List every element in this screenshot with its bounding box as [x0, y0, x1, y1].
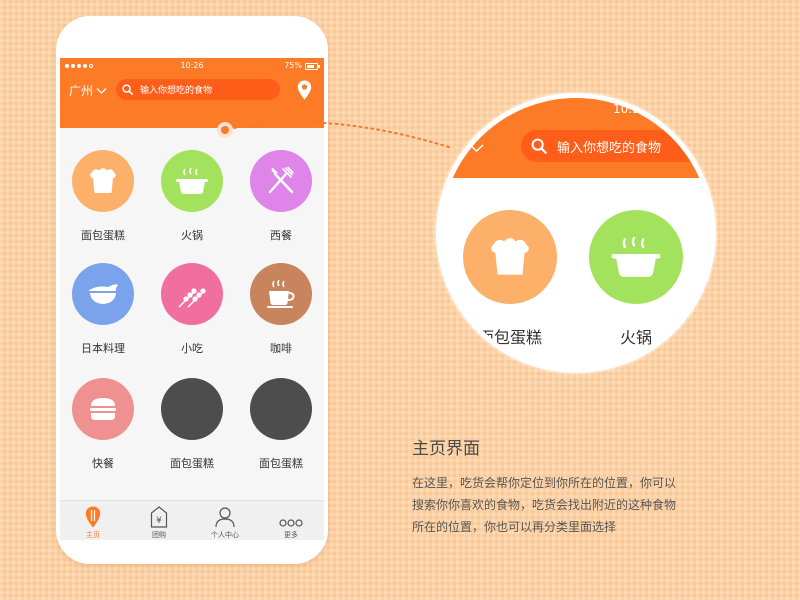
zoomed-category-label: 面包蛋糕: [477, 328, 542, 347]
search-icon: [531, 138, 547, 154]
chevron-down-icon: [469, 144, 484, 153]
zoomed-category-circle: [463, 210, 557, 304]
caption-line: 在这里，吃货会帮你定位到你所在的位置，你可以: [412, 476, 677, 490]
zoomed-category-label: 火锅: [619, 328, 652, 347]
caption-title: 主页界面: [412, 439, 480, 459]
caption-body: 在这里，吃货会帮你定位到你所在的位置，你可以 搜索你你喜欢的食物，吃货会找出附近…: [412, 472, 752, 538]
zoomed-search-placeholder: 输入你想吃的食物: [557, 140, 662, 156]
zoom-magnifier: 10:2 州 输入你想吃的食物 面包蛋糕 火锅: [436, 93, 716, 373]
zoomed-time: 10:2: [613, 102, 640, 116]
caption-line: 所在的位置，你也可以再分类里面选择: [412, 520, 617, 534]
bread-icon: [491, 238, 529, 275]
zoomed-category-circle: [589, 210, 683, 304]
callout-anchor-dot: [217, 122, 233, 138]
zoomed-category-item: 火锅: [581, 210, 691, 348]
zoomed-header: 10:2 州 输入你想吃的食物: [441, 98, 711, 178]
zoomed-category-item: 面包蛋糕: [455, 210, 565, 348]
zoomed-search-input: 输入你想吃的食物: [521, 130, 711, 162]
hotpot-icon: [611, 236, 661, 277]
zoomed-city-name: 州: [449, 140, 466, 159]
caption-line: 搜索你你喜欢的食物，吃货会找出附近的这种食物: [412, 498, 677, 512]
zoomed-city: 州: [449, 136, 484, 160]
